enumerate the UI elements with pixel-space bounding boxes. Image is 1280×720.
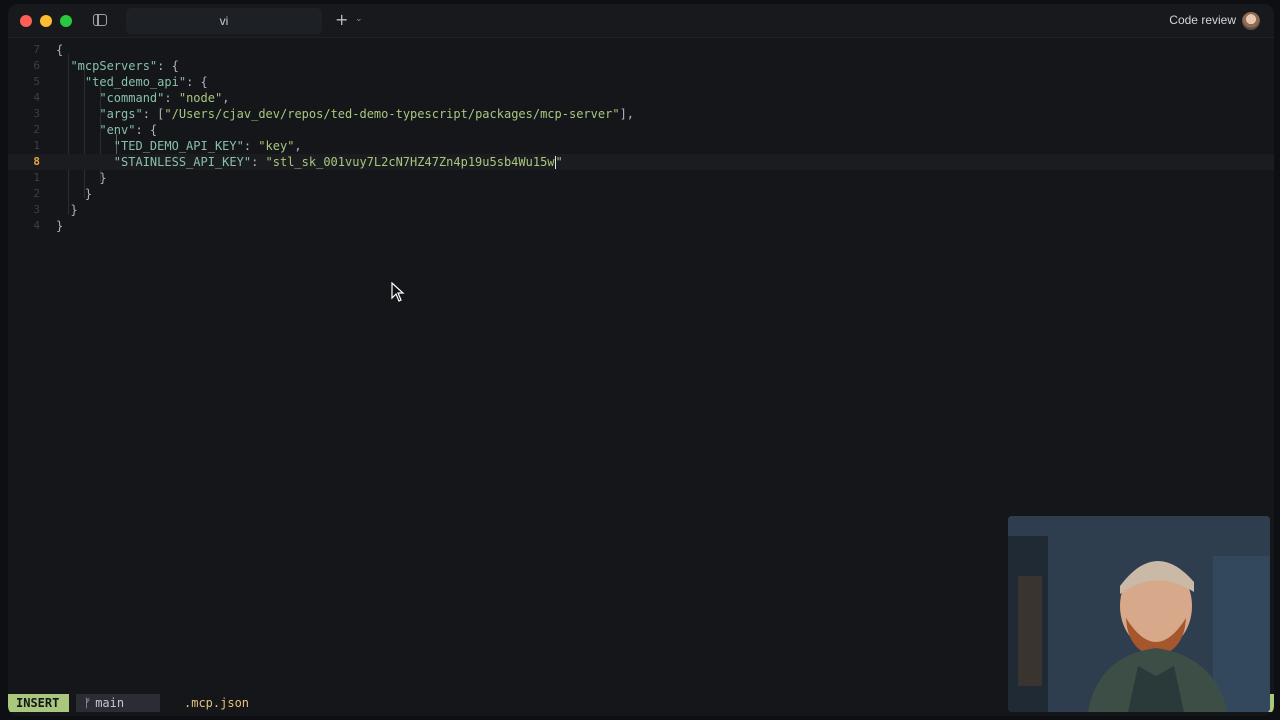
chevron-down-icon[interactable]: ⌄ [355, 14, 363, 24]
line-text: } [56, 171, 107, 185]
line-number: 8 [33, 155, 40, 168]
line-text: { [56, 43, 64, 57]
title-bar: vi + ⌄ Code review [8, 4, 1274, 38]
line-number: 1 [33, 139, 40, 152]
line-text: } [56, 187, 93, 201]
line-text: "ted_demo_api": { [84, 75, 208, 89]
line-number: 2 [33, 187, 40, 200]
code-line[interactable]: 4} [8, 218, 1274, 234]
line-number: 7 [33, 43, 40, 56]
mouse-pointer-icon [391, 282, 405, 302]
code-line[interactable]: 1 "TED_DEMO_API_KEY": "key", [8, 138, 1274, 154]
maximize-icon[interactable] [60, 15, 72, 27]
code-line[interactable]: 4 "command": "node", [8, 90, 1274, 106]
code-line[interactable]: 8 "STAINLESS_API_KEY": "stl_sk_001vuy7L2… [8, 154, 1274, 170]
line-number: 2 [33, 123, 40, 136]
line-text: "mcpServers": { [70, 59, 179, 73]
code-line[interactable]: 1 } [8, 170, 1274, 186]
line-text: } [56, 219, 64, 233]
line-text: "command": "node", [99, 91, 230, 105]
git-branch: ᚠ main [76, 694, 160, 712]
git-branch-icon: ᚠ [84, 696, 92, 710]
plus-icon[interactable]: + [335, 12, 349, 28]
sidebar-toggle-icon[interactable] [93, 14, 107, 26]
line-number: 3 [33, 107, 40, 120]
line-text: } [56, 203, 78, 217]
line-number: 5 [33, 75, 40, 88]
code-line[interactable]: 2 } [8, 186, 1274, 202]
code-line[interactable]: 2 "env": { [8, 122, 1274, 138]
file-name: .mcp.json [184, 696, 250, 710]
code-review-button[interactable]: Code review [1169, 13, 1236, 27]
avatar[interactable] [1242, 12, 1260, 30]
terminal-window: vi + ⌄ Code review 7{6 "mcpServers": {5 … [8, 4, 1274, 716]
line-number: 3 [33, 203, 40, 216]
line-number: 4 [33, 91, 40, 104]
line-number: 6 [33, 59, 40, 72]
webcam-person-image [1008, 516, 1270, 712]
branch-name: main [95, 696, 125, 710]
code-line[interactable]: 5 "ted_demo_api": { [8, 74, 1274, 90]
tab-title: vi [219, 14, 229, 28]
minimize-icon[interactable] [40, 15, 52, 27]
text-cursor [554, 156, 556, 169]
line-text: "STAINLESS_API_KEY": "stl_sk_001vuy7L2cN… [113, 155, 563, 169]
code-line[interactable]: 6 "mcpServers": { [8, 58, 1274, 74]
code-line[interactable]: 3 } [8, 202, 1274, 218]
mode-indicator: INSERT [8, 694, 70, 712]
line-number: 4 [33, 219, 40, 232]
line-text: "env": { [99, 123, 158, 137]
code-line[interactable]: 3 "args": ["/Users/cjav_dev/repos/ted-de… [8, 106, 1274, 122]
line-text: "TED_DEMO_API_KEY": "key", [113, 139, 302, 153]
tab-vi[interactable]: vi [126, 8, 322, 34]
webcam-overlay [1008, 516, 1270, 712]
line-text: "args": ["/Users/cjav_dev/repos/ted-demo… [99, 107, 635, 121]
close-icon[interactable] [20, 15, 32, 27]
code-line[interactable]: 7{ [8, 42, 1274, 58]
line-number: 1 [33, 171, 40, 184]
